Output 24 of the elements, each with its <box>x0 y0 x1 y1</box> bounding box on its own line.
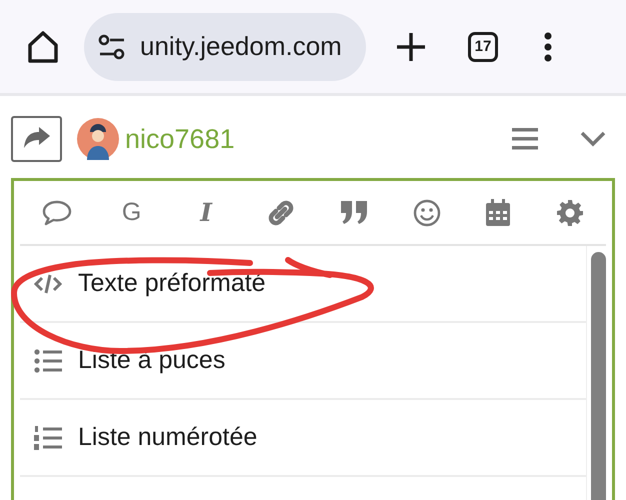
scrollbar[interactable] <box>591 252 606 500</box>
new-tab-icon[interactable] <box>396 32 426 62</box>
menu-icon[interactable] <box>544 32 552 62</box>
quote-icon[interactable] <box>340 200 368 226</box>
menu-item[interactable]: Texte préformaté <box>34 269 266 298</box>
code-icon <box>34 272 62 296</box>
tab-switcher-button[interactable]: 17 <box>468 32 498 62</box>
address-bar[interactable]: unity.jeedom.com <box>84 12 366 80</box>
calendar-icon[interactable] <box>485 198 512 226</box>
share-button[interactable] <box>11 116 62 162</box>
bulleted-list-icon <box>34 348 62 372</box>
menu-item[interactable]: Liste numérotée <box>34 423 258 452</box>
bold-button[interactable]: G <box>116 198 147 227</box>
chevron-down-icon[interactable] <box>580 131 606 147</box>
avatar[interactable] <box>77 118 119 160</box>
menu-item-label: Liste numérotée <box>78 423 258 452</box>
url-text: unity.jeedom.com <box>140 31 342 62</box>
settings-icon[interactable] <box>98 34 126 60</box>
menu-item-label: Texte préformaté <box>78 269 266 298</box>
numbered-list-icon <box>34 426 62 450</box>
smiley-icon[interactable] <box>412 198 441 226</box>
speech-bubble-icon[interactable] <box>42 200 72 226</box>
italic-button[interactable]: I <box>191 198 222 227</box>
home-icon[interactable] <box>26 30 60 64</box>
